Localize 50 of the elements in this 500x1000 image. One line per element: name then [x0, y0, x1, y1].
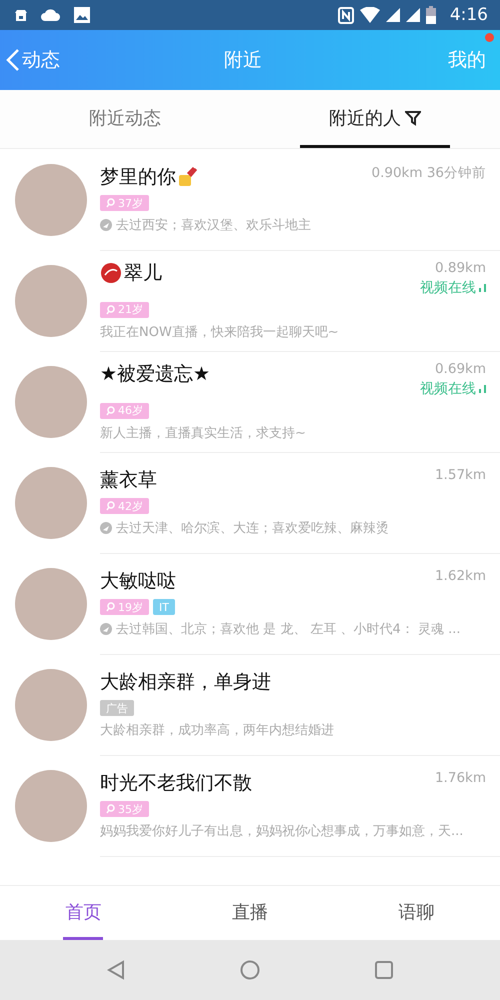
- tab[interactable]: 附近的人: [300, 90, 450, 148]
- tag-badge: IT: [153, 599, 175, 615]
- age-badge: 46岁: [100, 402, 149, 418]
- signal-icon: [386, 8, 400, 22]
- distance-text: 0.69km: [434, 360, 486, 376]
- user-name: 大敏哒哒: [100, 569, 176, 594]
- distance-text: 0.90km 36分钟前: [372, 164, 486, 182]
- home-nav-icon[interactable]: [240, 960, 260, 980]
- profile-note: 妈妈我爱你好儿子有出息，妈妈祝你心想事成，万事如意，天...: [100, 823, 464, 840]
- profile-note: 去过韩国、北京；喜欢他 是 龙、 左耳 、小时代4： 灵魂 ...: [116, 621, 460, 638]
- bars-icon: [479, 284, 486, 292]
- distance-text: 1.57km: [434, 467, 486, 483]
- video-online-status: 视频在线: [420, 380, 476, 398]
- user-name: 薰衣草: [100, 468, 157, 493]
- distance-text: 0.89km: [434, 260, 486, 276]
- back-nav-icon[interactable]: [107, 960, 126, 980]
- signal-icon: [406, 8, 420, 22]
- image-icon: [74, 7, 90, 23]
- bars-icon: [479, 384, 486, 392]
- nav-tab[interactable]: 直播: [230, 886, 270, 940]
- user-name: 翠儿: [124, 260, 162, 286]
- page-title: 附近: [223, 48, 263, 73]
- recents-nav-icon[interactable]: [374, 961, 393, 979]
- wifi-icon: [360, 7, 380, 23]
- distance-text: 1.76km: [434, 770, 486, 786]
- age-badge: 19岁: [100, 599, 149, 615]
- user-name: 时光不老我们不散: [100, 771, 252, 796]
- battery-icon: [426, 6, 436, 24]
- age-badge: 35岁: [100, 801, 149, 817]
- age-badge: 21岁: [100, 302, 149, 318]
- profile-note: 我正在NOW直播，快来陪我一起聊天吧~: [100, 324, 339, 340]
- age-badge: 42岁: [100, 498, 149, 514]
- profile-note: 去过西安；喜欢汉堡、欢乐斗地主: [116, 217, 311, 234]
- status-time: 4:16: [450, 5, 488, 25]
- distance-text: 1.62km: [434, 568, 486, 584]
- cloud-icon: [40, 8, 62, 22]
- profile-note: 去过天津、哈尔滨、大连；喜欢爱吃辣、麻辣烫: [116, 520, 389, 537]
- nfc-icon: [338, 6, 354, 24]
- video-online-status: 视频在线: [420, 278, 476, 296]
- profile-note: 新人主播，直播真实生活，求支持~: [100, 424, 306, 442]
- age-badge: 37岁: [100, 195, 149, 211]
- profile-note: 大龄相亲群，成功率高，两年内想结婚进: [100, 722, 334, 739]
- user-name: 大龄相亲群，单身进: [100, 670, 271, 695]
- user-name: ★被爱遗忘★: [100, 362, 210, 386]
- back-button[interactable]: 动态: [0, 46, 120, 74]
- user-name: 梦里的你: [100, 165, 176, 190]
- nav-tab[interactable]: 语聊: [396, 886, 437, 940]
- filter-icon[interactable]: [405, 110, 421, 126]
- tab[interactable]: 附近动态: [50, 90, 200, 148]
- chevron-left-icon[interactable]: [6, 48, 20, 72]
